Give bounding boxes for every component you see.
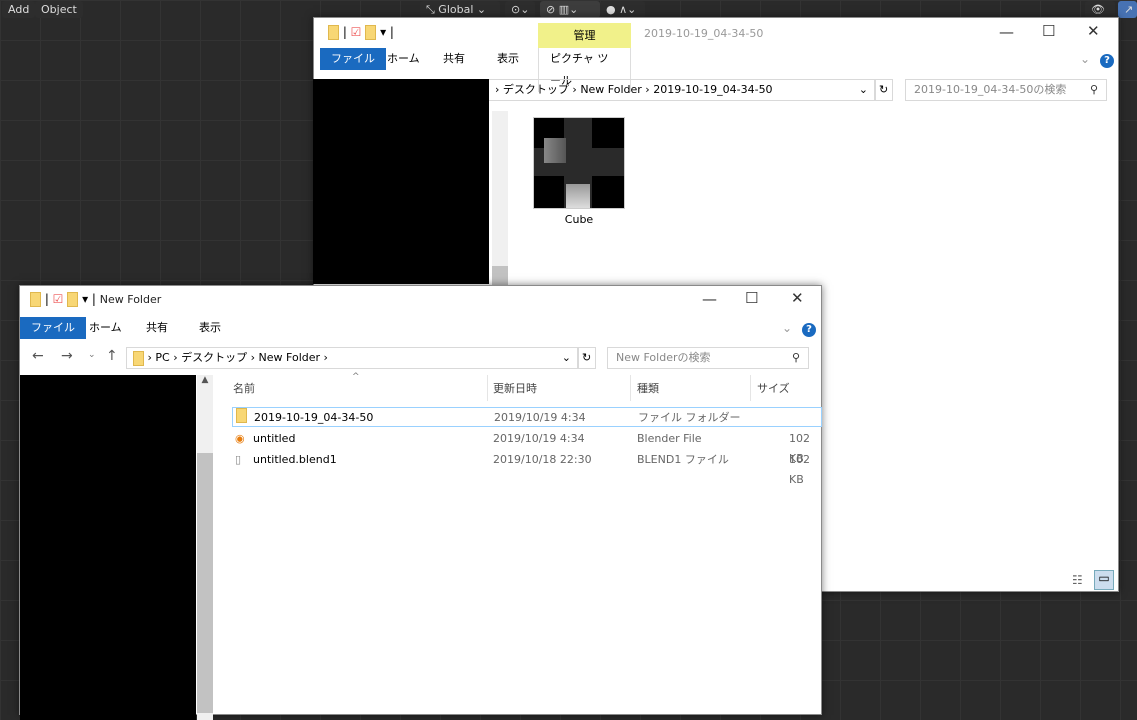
new-folder-icon[interactable] <box>365 25 377 40</box>
details-view-button[interactable]: ☷ <box>1072 573 1083 587</box>
folder-icon <box>30 292 41 307</box>
pivot-dropdown[interactable]: ⊙⌄ <box>505 1 535 18</box>
tab-share[interactable]: 共有 <box>432 48 476 70</box>
cube-thumbnail[interactable] <box>533 117 625 209</box>
close-button[interactable]: ✕ <box>1087 22 1100 40</box>
redacted-nav-pane <box>20 375 196 720</box>
file-row[interactable]: ◉ untitled 2019/10/19 4:34 Blender File 102 … <box>232 429 822 465</box>
manage-context-tab[interactable]: 管理 <box>538 23 631 48</box>
tab-view[interactable]: 表示 <box>188 317 232 339</box>
file-row[interactable]: 2019-10-19_04-34-50 2019/10/19 4:34 ファイル フ… <box>232 407 822 427</box>
search-icon: ⚲ <box>1089 83 1098 96</box>
search-input[interactable]: 2019-10-19_04-34-50の検索 ⚲ <box>905 79 1107 101</box>
minimize-button[interactable]: — <box>999 23 1014 41</box>
new-folder-icon[interactable] <box>67 292 79 307</box>
properties-icon[interactable]: ☑ <box>351 25 362 39</box>
forward-button[interactable]: → <box>61 348 73 364</box>
properties-icon[interactable]: ☑ <box>53 292 64 306</box>
file-name-label[interactable]: Cube <box>533 213 625 226</box>
address-dropdown-icon[interactable]: ⌄ <box>562 348 571 368</box>
visibility-dropdown[interactable]: 👁⌄ <box>1085 1 1115 33</box>
tab-file[interactable]: ファイル <box>20 317 86 339</box>
breadcrumb-desktop[interactable]: デスクトップ <box>503 83 569 96</box>
column-header-name[interactable]: 名前 <box>233 380 255 396</box>
sort-ascending-icon: ^ <box>352 372 360 382</box>
column-header-type[interactable]: 種類 <box>637 380 659 396</box>
blender-add-menu[interactable]: Add <box>2 1 36 18</box>
breadcrumb-new-folder[interactable]: New Folder <box>259 351 320 364</box>
large-icons-view-button[interactable]: ▭ <box>1094 570 1114 590</box>
blender-object-menu[interactable]: Object <box>35 1 83 18</box>
quick-access-toolbar: | ☑ ▾ | <box>328 25 394 40</box>
column-header-size[interactable]: サイズ <box>757 380 790 396</box>
ribbon-expand-icon[interactable]: ⌄ <box>782 321 792 335</box>
folder-icon <box>133 350 144 366</box>
refresh-button[interactable]: ↻ <box>875 79 893 101</box>
explorer-window-new-folder: | ☑ ▾ | New Folder — ☐ ✕ ファイル ホーム 共有 表示 … <box>19 285 822 720</box>
quick-access-toolbar: | ☑ ▾ | New Folder <box>30 292 161 307</box>
address-bar[interactable]: › デスクトップ › New Folder › 2019-10-19_04-34… <box>488 79 875 101</box>
maximize-button[interactable]: ☐ <box>745 289 758 307</box>
ribbon-expand-icon[interactable]: ⌄ <box>1080 52 1090 66</box>
snap-toggle[interactable]: ⊘ ▥⌄ <box>540 1 600 18</box>
search-input[interactable]: New Folderの検索 ⚲ <box>607 347 809 369</box>
breadcrumb-pc[interactable]: PC <box>155 351 169 364</box>
gizmo-toggle[interactable]: ↗ <box>1118 1 1137 18</box>
breadcrumb-desktop[interactable]: デスクトップ <box>181 351 247 364</box>
tab-home[interactable]: ホーム <box>78 317 133 339</box>
file-row[interactable]: ▯ untitled.blend1 2019/10/18 22:30 BLEND1 フ… <box>232 450 822 486</box>
help-icon[interactable]: ? <box>1100 52 1114 68</box>
redacted-nav-pane <box>313 79 489 284</box>
help-icon[interactable]: ? <box>802 321 816 337</box>
back-button[interactable]: ← <box>32 348 44 364</box>
folder-icon <box>328 25 339 40</box>
breadcrumb-current[interactable]: 2019-10-19_04-34-50 <box>653 83 772 96</box>
nav-scrollbar[interactable]: ▲ <box>197 375 213 720</box>
up-button[interactable]: ↑ <box>106 348 118 364</box>
window-title: New Folder <box>99 293 162 306</box>
breadcrumb-new-folder[interactable]: New Folder <box>580 83 641 96</box>
tab-home[interactable]: ホーム <box>376 48 431 70</box>
file-icon: ▯ <box>235 453 242 466</box>
address-dropdown-icon[interactable]: ⌄ <box>859 80 868 100</box>
blender-icon: ◉ <box>235 432 245 445</box>
window-title: 2019-10-19_04-34-50 <box>644 27 764 40</box>
column-header-date[interactable]: 更新日時 <box>493 380 537 396</box>
close-button[interactable]: ✕ <box>791 289 804 307</box>
proportional-edit[interactable]: ● ∧⌄ <box>600 1 645 18</box>
recent-locations-button[interactable]: ⌄ <box>88 350 96 360</box>
maximize-button[interactable]: ☐ <box>1042 22 1055 40</box>
address-bar[interactable]: › PC › デスクトップ › New Folder › ⌄ <box>126 347 578 369</box>
nav-scrollbar[interactable] <box>492 111 508 286</box>
tab-view[interactable]: 表示 <box>486 48 530 70</box>
transform-orientation-dropdown[interactable]: ⤡ Global ⌄ <box>420 1 500 18</box>
orientation-icon: ⤡ <box>426 3 439 16</box>
tab-share[interactable]: 共有 <box>135 317 179 339</box>
minimize-button[interactable]: — <box>702 290 717 308</box>
search-icon: ⚲ <box>791 351 800 364</box>
refresh-button[interactable]: ↻ <box>578 347 596 369</box>
